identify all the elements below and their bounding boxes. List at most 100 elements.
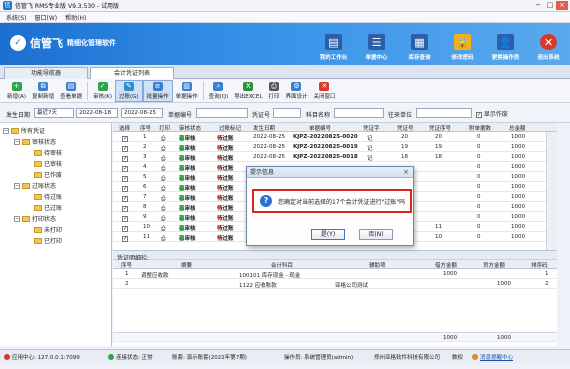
col-date[interactable]: 发生日期 [253, 124, 275, 132]
tool-label: 单据操作 [175, 93, 198, 100]
dialog-close-button[interactable]: × [401, 168, 411, 176]
collapse-icon[interactable]: − [14, 182, 20, 189]
cell-subject: 100101 库存现金 - 现金 [239, 273, 301, 279]
col-docno[interactable]: 单据编号 [309, 124, 331, 132]
dcol-aux[interactable]: 辅助项 [369, 261, 386, 269]
menu-help[interactable]: 帮助(H) [65, 13, 86, 22]
nav-exit-system[interactable]: ✕ 退出系统 [527, 25, 570, 63]
table-row[interactable]: ✓ 2 ⎙ 已审核 ⚑ 待过账 2022-08-25 KJPZ-20220825-0019 记… [113, 142, 557, 152]
copy-add-button[interactable]: ⧉ 复制新增 [29, 80, 57, 102]
dcol-debit[interactable]: 借方金额 [435, 261, 457, 269]
col-attachments[interactable]: 附单据数 [469, 124, 491, 132]
col-voucher-no[interactable]: 凭证号 [397, 124, 414, 132]
date-range-select[interactable]: 最近7天 [34, 108, 74, 118]
cell-voucher-seq: 20 [435, 134, 442, 140]
post-button[interactable]: ✎ 过账(G) [115, 79, 143, 102]
collapse-icon[interactable]: − [3, 127, 9, 134]
unit-input[interactable] [416, 108, 472, 118]
menu-system[interactable]: 系统(S) [6, 13, 27, 22]
col-post-mark[interactable]: 过账标记 [219, 124, 241, 132]
cell-text: 18 [435, 154, 442, 160]
cell-voucher-seq: 19 [435, 144, 442, 150]
tree-node-pending-audit[interactable]: 待审核 [34, 148, 62, 157]
dialog-yes-button[interactable]: 是(Y) [311, 229, 345, 240]
minimize-button[interactable]: − [532, 1, 544, 10]
cell-no: 7 [143, 194, 147, 200]
tree-node-voided[interactable]: 已作废 [34, 170, 62, 179]
cell-text: 1000 [511, 224, 525, 230]
add-icon: + [11, 81, 22, 91]
nav-document-center[interactable]: ☰ 单据中心 [355, 25, 398, 63]
col-no[interactable]: 序号 [140, 124, 151, 132]
nav-my-workbench[interactable]: ▤ 我的工作台 [312, 25, 355, 63]
status-account: 账套: 演示账套(2022年第7期) [172, 355, 247, 361]
show-void-checkbox[interactable]: ✓ [476, 111, 482, 118]
tree-node-posted[interactable]: 已过账 [34, 203, 62, 212]
table-row[interactable]: ✓ 1 ⎙ 已审核 ⚑ 待过账 2022-08-25 KJPZ-20220825-0020 记… [113, 132, 557, 142]
push-center-link[interactable]: 消息提醒中心 [472, 353, 513, 361]
close-tab-button[interactable]: ✕ 关闭窗口 [310, 80, 338, 102]
cell-total-amount: 1000 [511, 144, 525, 150]
col-print[interactable]: 打印 [159, 124, 170, 132]
tree-node-audited[interactable]: 已审核 [34, 159, 62, 168]
cell-total-amount: 1000 [511, 194, 525, 200]
tree-node-post-status[interactable]: − 过账状态 [14, 181, 56, 190]
collapse-icon[interactable]: − [14, 215, 20, 222]
doc-op-icon: ▥ [181, 81, 192, 91]
export-excel-button[interactable]: X 导出EXCEL [231, 80, 265, 102]
tree-node-printed[interactable]: 已打印 [34, 236, 62, 245]
row-select-checkbox[interactable]: ✓ [122, 236, 128, 242]
docno-input[interactable] [196, 108, 248, 118]
detail-row[interactable]: 1 调整应收款 100101 库存现金 - 现金 1000 1 [113, 269, 557, 279]
close-window-button[interactable]: × [556, 1, 568, 10]
grid-scrollbar[interactable] [546, 132, 557, 250]
view-document-button[interactable]: ▤ 查看单据 [57, 80, 85, 102]
dcol-summary[interactable]: 摘要 [181, 261, 192, 269]
col-select[interactable]: 选择 [119, 124, 130, 132]
subject-input[interactable] [334, 108, 384, 118]
dcol-subject[interactable]: 会计科目 [271, 261, 293, 269]
cell-total-amount: 1000 [511, 134, 525, 140]
dcol-credit[interactable]: 贷方金额 [483, 261, 505, 269]
date-from-input[interactable]: 2022-08-18 [76, 108, 118, 118]
detail-row[interactable]: 2 1122 应收账款 亚格公司测试 1000 2 [113, 279, 557, 289]
add-button[interactable]: + 新增(A) [4, 80, 29, 102]
tree-node-all[interactable]: − 所有凭证 [3, 126, 45, 135]
cell-text: KJPZ-20220825-0020 [293, 134, 358, 140]
cell-text: 4 [143, 164, 147, 170]
voucher-input[interactable] [273, 108, 301, 118]
cell-total-amount: 1000 [511, 234, 525, 240]
tree-node-print-status[interactable]: − 打印状态 [14, 214, 56, 223]
tab-voucher-list[interactable]: 会计凭证列表 [90, 67, 174, 79]
dialog-no-button[interactable]: 否(N) [359, 229, 393, 240]
dcol-sort[interactable]: 排序码 [531, 261, 548, 269]
print-button[interactable]: ⎙ 打印 [265, 80, 282, 102]
collapse-icon[interactable]: − [14, 138, 20, 145]
dcol-no[interactable]: 序号 [121, 261, 132, 269]
col-audit-status[interactable]: 审核状态 [179, 124, 201, 132]
tab-function-navigator[interactable]: 功能导航器 [4, 67, 88, 79]
menu-window[interactable]: 窗口(W) [35, 13, 58, 22]
maximize-button[interactable]: □ [544, 1, 556, 10]
query-button[interactable]: ⌕ 查询(Q) [206, 80, 232, 102]
document-operation-button[interactable]: ▥ 单据操作 [173, 80, 201, 102]
show-void-option[interactable]: ✓ 显示作废 [476, 109, 508, 118]
ui-design-button[interactable]: ⚙ 界面设计 [282, 80, 310, 102]
col-voucher-seq[interactable]: 凭证序号 [429, 124, 451, 132]
detail-header: 序号 摘要 会计科目 辅助项 借方金额 贷方金额 排序码 [113, 260, 557, 269]
cell-text: 0 [477, 234, 481, 240]
nav-change-password[interactable]: 🔒 修改密码 [441, 25, 484, 63]
nav-switch-operator[interactable]: 👤 更换操作员 [484, 25, 527, 63]
tree-node-audit-status[interactable]: − 审核状态 [14, 137, 56, 146]
audit-button[interactable]: ✓ 审核(K) [90, 80, 115, 102]
tree-node-unprinted[interactable]: 未打印 [34, 225, 62, 234]
table-row[interactable]: ✓ 3 ⎙ 已审核 ⚑ 待过账 2022-08-25 KJPZ-20220825-0018 记… [113, 152, 557, 162]
col-voucher-word[interactable]: 凭证字 [363, 124, 380, 132]
batch-operation-button[interactable]: ≡ 批量操作 [142, 79, 173, 102]
nav-inventory-query[interactable]: ▦ 库存查询 [398, 25, 441, 63]
cell-text: 19 [401, 144, 408, 150]
tree-node-pending-post[interactable]: 待过账 [34, 192, 62, 201]
tool-label: 审核(K) [93, 93, 112, 100]
col-total-amount[interactable]: 总金额 [509, 124, 526, 132]
date-to-input[interactable]: 2022-08-25 [121, 108, 163, 118]
